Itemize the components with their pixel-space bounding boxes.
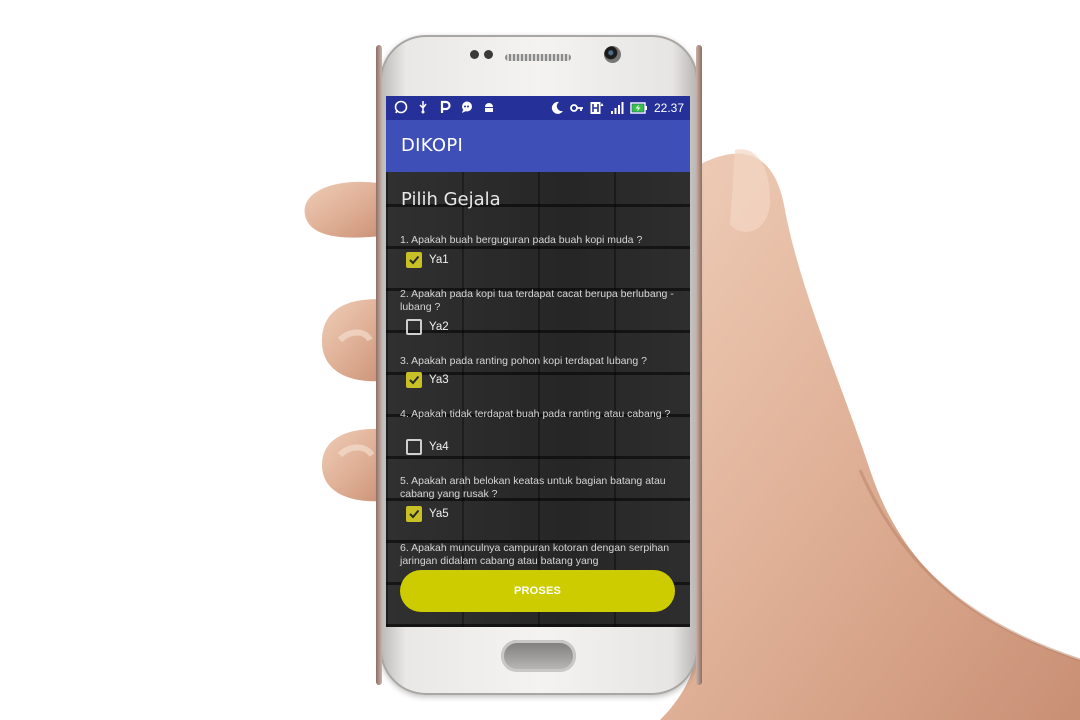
- question-6-text: 6. Apakah munculnya campuran kotoran den…: [400, 542, 670, 567]
- option-label: Ya2: [429, 321, 449, 333]
- option-ya5-checkbox[interactable]: Ya5: [406, 506, 449, 522]
- app-title: DIKOPI: [401, 135, 464, 156]
- question-2-text: 2. Apakah pada kopi tua terdapat cacat b…: [400, 288, 674, 313]
- status-time: 22.37: [653, 101, 684, 115]
- proximity-sensor-icon: [470, 50, 479, 59]
- light-sensor-icon: [484, 50, 493, 59]
- question-3-text: 3. Apakah pada ranting pohon kopi terdap…: [400, 355, 647, 367]
- option-label: Ya3: [429, 374, 449, 386]
- battery-charging-icon: [630, 102, 647, 114]
- checkbox-unchecked-icon[interactable]: [406, 319, 422, 335]
- earpiece-speaker: [505, 54, 571, 61]
- phone-rim-right: [696, 45, 702, 685]
- key-icon: [570, 104, 583, 112]
- option-label: Ya1: [429, 254, 449, 266]
- phone-rim-left: [376, 45, 382, 685]
- chat-bubble-icon: [462, 101, 472, 113]
- option-ya2-checkbox[interactable]: Ya2: [406, 319, 449, 335]
- option-label: Ya5: [429, 508, 449, 520]
- symptom-list[interactable]: Pilih Gejala 1. Apakah buah berguguran p…: [386, 172, 690, 627]
- option-ya4-checkbox[interactable]: Ya4: [406, 439, 449, 455]
- data-h-icon: [590, 102, 604, 114]
- status-bar: 22.37: [386, 96, 690, 120]
- proses-button[interactable]: PROSES: [400, 570, 675, 612]
- question-1-text: 1. Apakah buah berguguran pada buah kopi…: [400, 234, 643, 246]
- phone-screen: 22.37 DIKOPI Pilih Gejala 1. Apakah buah…: [386, 96, 690, 627]
- option-label: Ya4: [429, 441, 449, 453]
- home-button[interactable]: [501, 640, 576, 672]
- checkbox-checked-icon[interactable]: [406, 372, 422, 388]
- app-bar: DIKOPI: [386, 120, 690, 172]
- usb-icon: [419, 101, 427, 114]
- question-5-text: 5. Apakah arah belokan keatas untuk bagi…: [400, 475, 666, 500]
- checkbox-unchecked-icon[interactable]: [406, 439, 422, 455]
- page-title: Pilih Gejala: [401, 189, 501, 210]
- whatsapp-icon: [394, 100, 408, 114]
- option-ya3-checkbox[interactable]: Ya3: [406, 372, 449, 388]
- p-app-icon: [440, 100, 451, 113]
- option-ya1-checkbox[interactable]: Ya1: [406, 252, 449, 268]
- front-camera-icon: [604, 46, 621, 63]
- signal-icon: [610, 102, 624, 114]
- android-debug-icon: [485, 103, 493, 112]
- checkbox-checked-icon[interactable]: [406, 252, 422, 268]
- question-4-text: 4. Apakah tidak terdapat buah pada ranti…: [400, 408, 671, 420]
- moon-icon: [551, 101, 563, 114]
- checkbox-checked-icon[interactable]: [406, 506, 422, 522]
